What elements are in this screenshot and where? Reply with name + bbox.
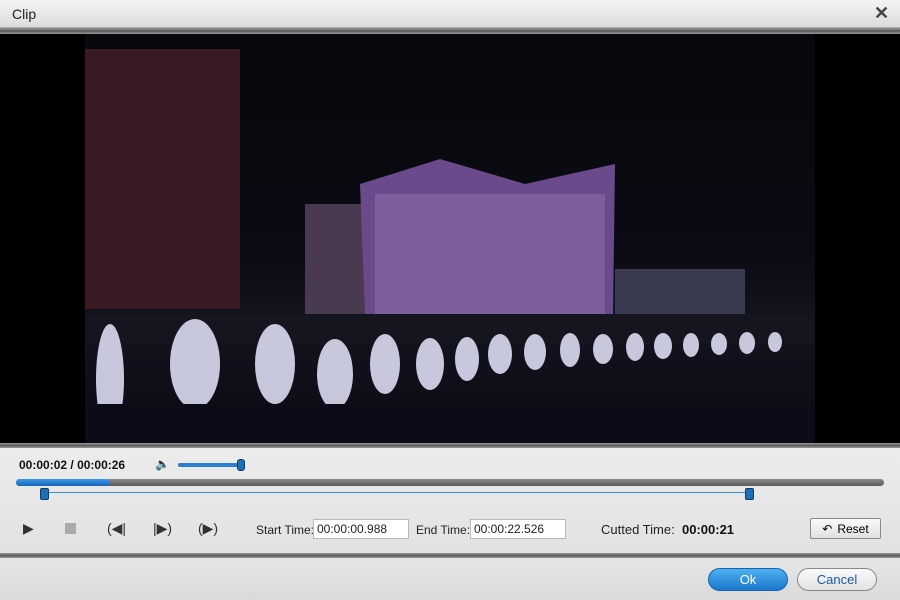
current-time: 00:00:02 <box>19 458 68 472</box>
end-time-input[interactable] <box>470 519 566 539</box>
video-frame <box>85 34 815 443</box>
progress-bar[interactable] <box>16 479 884 486</box>
video-scene <box>85 49 815 443</box>
stop-button[interactable] <box>65 523 76 534</box>
clip-controls: 00:00:02 / 00:00:26 🔈 ▶ (◀| |▶) (▶) Star… <box>0 448 900 553</box>
cutted-time-label: Cutted Time: <box>601 522 675 537</box>
video-preview <box>0 34 900 443</box>
reset-button[interactable]: ↶ Reset <box>810 518 881 539</box>
close-icon[interactable]: ✕ <box>874 3 889 24</box>
total-time: 00:00:26 <box>77 458 126 472</box>
progress-fill <box>16 479 110 486</box>
start-marker-handle[interactable] <box>39 488 49 500</box>
undo-icon: ↶ <box>822 521 833 536</box>
window-title: Clip <box>12 6 37 22</box>
volume-slider[interactable] <box>178 463 242 467</box>
cutted-time-value: 00:00:21 <box>682 522 735 537</box>
end-marker-handle[interactable] <box>745 488 755 500</box>
set-end-button[interactable]: |▶) <box>153 520 172 537</box>
volume-icon[interactable]: 🔈 <box>155 457 170 471</box>
play-button[interactable]: ▶ <box>23 520 34 537</box>
cancel-button[interactable]: Cancel <box>797 568 877 591</box>
play-selection-button[interactable]: (▶) <box>198 520 218 537</box>
dialog-footer: Ok Cancel <box>0 558 900 600</box>
title-bar: Clip ✕ <box>0 0 900 28</box>
start-time-input[interactable] <box>313 519 409 539</box>
ok-button[interactable]: Ok <box>708 568 788 591</box>
time-display: 00:00:02 / 00:00:26 <box>19 458 126 472</box>
trim-range-line <box>44 492 752 493</box>
end-time-label: End Time: <box>416 523 471 537</box>
start-time-label: Start Time: <box>256 523 315 537</box>
volume-handle[interactable] <box>237 459 245 471</box>
set-start-button[interactable]: (◀| <box>107 520 126 537</box>
